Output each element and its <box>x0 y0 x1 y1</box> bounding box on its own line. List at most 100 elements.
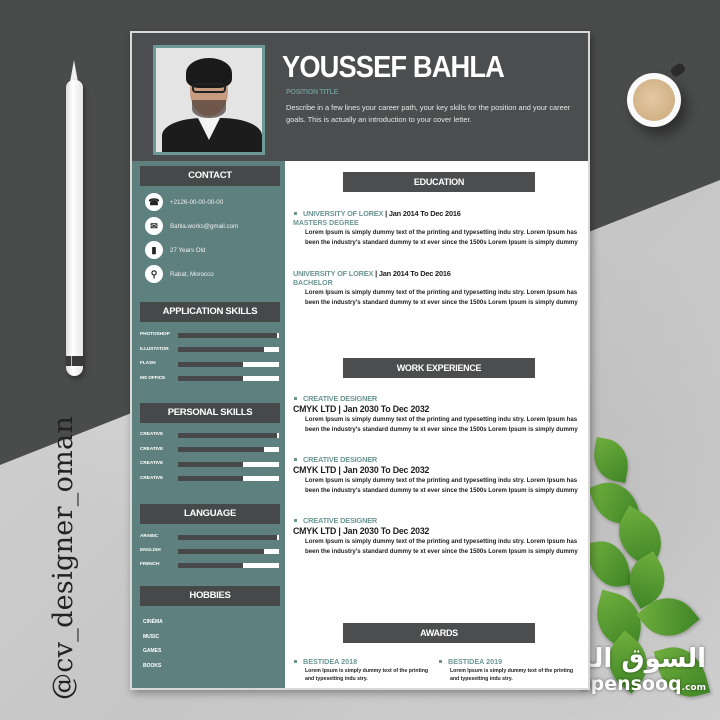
skill-label: ARABIC <box>140 534 159 539</box>
contact-text: Bahla.works@gmail.com <box>170 222 239 230</box>
resume-header: YOUSSEF BAHLA POSITION TITLE Describe in… <box>132 33 588 161</box>
education-entry: UNIVERSITY OF LOREX | Jan 2014 To Dec 20… <box>293 209 583 247</box>
bullet-icon <box>294 458 297 462</box>
stylus-pencil <box>66 60 83 376</box>
education-heading: EDUCATION <box>343 172 535 192</box>
skill-bar <box>178 347 279 352</box>
position-title: POSITION TITLE <box>286 89 339 96</box>
award-title-line: BESTIDEA 2018 <box>293 657 433 667</box>
hobby-item: CINÉMA <box>143 619 163 625</box>
skill-row: ILLUSTATOR <box>140 346 280 354</box>
skill-bar <box>178 432 279 438</box>
skill-row: CREATIVE <box>140 446 280 454</box>
education-title-line: UNIVERSITY OF LOREX | Jan 2014 To Dec 20… <box>293 269 451 278</box>
skill-bar <box>178 332 279 338</box>
award-description: Lorem Ipsum is simply dummy text of the … <box>305 668 429 682</box>
award-title-line: BESTIDEA 2019 <box>438 657 578 667</box>
skill-bar <box>178 548 279 554</box>
resume-page: YOUSSEF BAHLA POSITION TITLE Describe in… <box>130 31 590 690</box>
work-entry: CREATIVE DESIGNER CMYK LTD | Jan 2030 To … <box>293 455 583 495</box>
skill-bar <box>178 376 279 381</box>
skill-bar <box>178 361 279 367</box>
bullet-icon <box>294 397 297 401</box>
skill-bar-fill <box>178 361 243 367</box>
resume-sidebar: CONTACT ☎ +2126-00-00-00-00 ✉ Bahla.works@g… <box>132 161 285 688</box>
coffee <box>633 79 675 121</box>
skill-label: FRENCH <box>140 562 160 567</box>
school-name: UNIVERSITY OF LOREX <box>293 269 374 278</box>
skill-label: ILLUSTATOR <box>140 346 169 352</box>
work-experience-heading: WORK EXPERIENCE <box>343 358 535 378</box>
skill-label: PHOTOSHOP <box>140 332 170 337</box>
pencil-tip <box>70 60 78 82</box>
award-entry: BESTIDEA 2019 Lorem Ipsum is simply dummy… <box>438 657 578 683</box>
profile-photo <box>153 45 265 155</box>
job-role-line: CREATIVE DESIGNER <box>293 516 583 526</box>
award-title: BESTIDEA 2018 <box>303 657 358 666</box>
education-dates: Jan 2014 To Dec 2016 <box>388 209 461 218</box>
company-and-dates: CMYK LTD | Jan 2030 To Dec 2032 <box>293 404 430 414</box>
person-icon: ▮ <box>145 241 163 259</box>
leaf <box>589 437 633 483</box>
job-description: Lorem Ipsum is simply dummy text of the … <box>305 538 578 555</box>
skill-row: ENGLISH <box>140 547 280 555</box>
contact-item: ☎ +2126-00-00-00-00 <box>145 193 223 211</box>
award-entry: BESTIDEA 2018 Lorem Ipsum is simply dummy… <box>293 657 433 683</box>
skill-row: PHOTOSHOP <box>140 331 280 339</box>
skill-row: FRENCH <box>140 561 280 569</box>
candidate-name: YOUSSEF BAHLA <box>282 49 505 84</box>
contact-item: ▮ 27 Years Old <box>145 241 205 259</box>
skill-bar-fill <box>178 562 243 568</box>
bullet-icon <box>294 519 297 523</box>
skill-bar-fill <box>178 534 277 540</box>
education-title-line: UNIVERSITY OF LOREX | Jan 2014 To Dec 20… <box>293 209 583 219</box>
award-description: Lorem Ipsum is simply dummy text of the … <box>450 668 574 682</box>
pencil-band <box>66 356 83 366</box>
hobby-item: BOOKS <box>143 662 162 669</box>
coffee-cup <box>627 61 687 127</box>
skill-bar-fill <box>178 432 277 438</box>
hobby-item: GAMES <box>143 648 162 654</box>
skill-label: CREATIVE <box>140 461 164 466</box>
skill-bar-fill <box>178 461 243 467</box>
designer-handle-watermark: @cv_designer_oman <box>48 415 79 700</box>
skill-label: CREATIVE <box>140 432 164 437</box>
bullet-icon <box>294 212 297 216</box>
opensooq-tld: .com <box>681 683 706 693</box>
skill-bar <box>178 476 279 481</box>
photo-glasses <box>192 83 226 93</box>
skill-row: CREATIVE <box>140 475 280 483</box>
bullet-icon <box>294 660 297 664</box>
job-role: CREATIVE DESIGNER <box>303 455 378 464</box>
job-description: Lorem Ipsum is simply dummy text of the … <box>305 477 578 494</box>
skill-label: ENGLISH <box>140 548 161 553</box>
skill-bar-fill <box>178 376 243 381</box>
skill-bar <box>178 534 279 540</box>
career-summary: Describe in a few lines your career path… <box>286 103 571 124</box>
phone-icon: ☎ <box>145 193 163 211</box>
contact-text: Rabat, Morocco <box>170 270 214 278</box>
job-role: CREATIVE DESIGNER <box>303 394 378 403</box>
pencil-body <box>66 80 83 376</box>
skill-bar-fill <box>178 476 243 481</box>
degree: MASTERS DEGREE <box>293 220 359 227</box>
skill-label: MS OFFICE <box>140 375 166 381</box>
job-description: Lorem Ipsum is simply dummy text of the … <box>305 416 578 433</box>
education-description: Lorem Ipsum is simply dummy text of the … <box>305 229 578 246</box>
award-title: BESTIDEA 2019 <box>448 657 503 666</box>
bullet-icon <box>439 660 442 664</box>
application-skills-heading: APPLICATION SKILLS <box>140 302 280 322</box>
skill-bar <box>178 461 279 467</box>
contact-item: ⚲ Rabat, Morocco <box>145 265 214 283</box>
skill-bar-fill <box>178 548 264 554</box>
work-entry: CREATIVE DESIGNER CMYK LTD | Jan 2030 To … <box>293 516 583 556</box>
skill-bar-fill <box>178 332 277 338</box>
skill-bar-fill <box>178 347 264 352</box>
contact-item: ✉ Bahla.works@gmail.com <box>145 217 238 235</box>
skill-row: FLASH <box>140 360 280 368</box>
hobbies-heading: HOBBIES <box>140 586 280 606</box>
personal-skills-heading: PERSONAL SKILLS <box>140 403 280 423</box>
skill-row: CREATIVE <box>140 431 280 439</box>
mail-icon: ✉ <box>145 217 163 235</box>
contact-text: 27 Years Old <box>170 246 206 254</box>
